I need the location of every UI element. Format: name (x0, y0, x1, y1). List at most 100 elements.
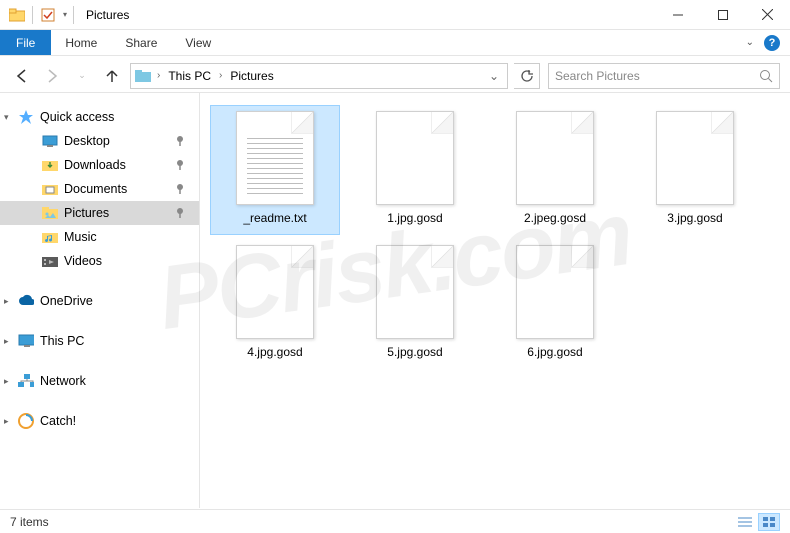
address-bar-row: ⌄ › This PC › Pictures ⌄ (0, 59, 790, 93)
breadcrumb-item[interactable]: Pictures (228, 69, 275, 83)
picture-folder-icon (135, 68, 151, 84)
file-menu[interactable]: File (0, 30, 51, 55)
sidebar-item-documents[interactable]: Documents (0, 177, 199, 201)
file-name: _readme.txt (243, 211, 306, 225)
search-input[interactable] (555, 69, 759, 83)
node-label: OneDrive (40, 294, 93, 308)
file-item[interactable]: 3.jpg.gosd (630, 105, 760, 235)
separator (32, 6, 33, 24)
up-button[interactable] (100, 64, 124, 88)
file-name: 5.jpg.gosd (387, 345, 442, 359)
chevron-down-icon[interactable]: ▾ (4, 112, 9, 123)
file-item[interactable]: 1.jpg.gosd (350, 105, 480, 235)
navigation-pane: ▾ Quick access Desktop Downloads Documents… (0, 93, 200, 508)
folder-icon (42, 181, 58, 197)
tab-share[interactable]: Share (111, 30, 171, 55)
separator (73, 6, 74, 24)
chevron-right-icon[interactable]: ▸ (4, 416, 9, 427)
file-name: 2.jpeg.gosd (524, 211, 586, 225)
ribbon-expand-icon[interactable]: ⌄ (746, 37, 754, 48)
breadcrumb[interactable]: › This PC › Pictures ⌄ (130, 63, 508, 89)
large-icons-view-button[interactable] (758, 513, 780, 531)
breadcrumb-dropdown-icon[interactable]: ⌄ (485, 69, 503, 83)
file-item[interactable]: 6.jpg.gosd (490, 239, 620, 369)
node-label: Music (64, 230, 97, 244)
item-count: 7 items (10, 515, 49, 529)
sidebar-item-this-pc[interactable]: ▸ This PC (0, 329, 199, 353)
sidebar-item-pictures[interactable]: Pictures (0, 201, 199, 225)
file-item[interactable]: _readme.txt (210, 105, 340, 235)
tab-view[interactable]: View (171, 30, 225, 55)
properties-qat-icon[interactable] (39, 6, 57, 24)
file-name: 4.jpg.gosd (247, 345, 302, 359)
file-item[interactable]: 5.jpg.gosd (350, 239, 480, 369)
sidebar-item-network[interactable]: ▸Network (0, 369, 199, 393)
chevron-right-icon[interactable]: ▸ (4, 336, 9, 347)
recent-dropdown-icon[interactable]: ⌄ (70, 64, 94, 88)
file-name: 3.jpg.gosd (667, 211, 722, 225)
explorer-icon (8, 6, 26, 24)
file-thumb-icon (376, 245, 454, 339)
onedrive-icon (18, 293, 34, 309)
qat-dropdown-icon[interactable]: ▾ (63, 10, 67, 19)
close-button[interactable] (745, 0, 790, 30)
folder-icon (42, 133, 58, 149)
file-thumb-icon (236, 111, 314, 205)
file-thumb-icon (656, 111, 734, 205)
minimize-button[interactable] (655, 0, 700, 30)
sidebar-item-onedrive[interactable]: ▸ OneDrive (0, 289, 199, 313)
search-icon[interactable] (759, 69, 773, 83)
breadcrumb-item[interactable]: This PC (166, 69, 213, 83)
chevron-right-icon[interactable]: › (215, 70, 226, 81)
details-view-button[interactable] (734, 513, 756, 531)
file-item[interactable]: 2.jpeg.gosd (490, 105, 620, 235)
chevron-right-icon[interactable]: ▸ (4, 376, 9, 387)
node-label: Videos (64, 254, 102, 268)
sidebar-item-downloads[interactable]: Downloads (0, 153, 199, 177)
sidebar-item-desktop[interactable]: Desktop (0, 129, 199, 153)
pin-icon (175, 183, 185, 195)
node-label: Pictures (64, 206, 109, 220)
node-label: Desktop (64, 134, 110, 148)
node-label: Quick access (40, 110, 114, 124)
help-icon[interactable]: ? (764, 35, 780, 51)
folder-icon (42, 157, 58, 173)
sidebar-item-music[interactable]: Music (0, 225, 199, 249)
search-box[interactable] (548, 63, 780, 89)
pin-icon (175, 159, 185, 171)
chevron-right-icon[interactable]: › (153, 70, 164, 81)
title-bar: ▾ Pictures (0, 0, 790, 30)
back-button[interactable] (10, 64, 34, 88)
quick-access-node[interactable]: ▾ Quick access (0, 105, 199, 129)
node-label: Catch! (40, 414, 76, 428)
pin-icon (175, 207, 185, 219)
node-label: Downloads (64, 158, 126, 172)
refresh-button[interactable] (514, 63, 540, 89)
file-name: 6.jpg.gosd (527, 345, 582, 359)
node-label: This PC (40, 334, 84, 348)
network-icon (18, 373, 34, 389)
pc-icon (18, 333, 34, 349)
folder-icon (42, 205, 58, 221)
pin-icon (175, 135, 185, 147)
folder-icon (42, 253, 58, 269)
maximize-button[interactable] (700, 0, 745, 30)
ribbon: File Home Share View ⌄ ? (0, 30, 790, 56)
star-icon (18, 109, 34, 125)
tab-home[interactable]: Home (51, 30, 111, 55)
file-thumb-icon (516, 245, 594, 339)
file-thumb-icon (516, 111, 594, 205)
folder-icon (42, 229, 58, 245)
sidebar-item-catch-[interactable]: ▸ Catch! (0, 409, 199, 433)
sidebar-item-videos[interactable]: Videos (0, 249, 199, 273)
file-thumb-icon (376, 111, 454, 205)
node-label: Documents (64, 182, 127, 196)
file-thumb-icon (236, 245, 314, 339)
window-title: Pictures (86, 8, 129, 22)
status-bar: 7 items (0, 509, 790, 533)
file-name: 1.jpg.gosd (387, 211, 442, 225)
file-list[interactable]: _readme.txt 1.jpg.gosd 2.jpeg.gosd 3.jpg.go… (200, 93, 790, 508)
forward-button[interactable] (40, 64, 64, 88)
chevron-right-icon[interactable]: ▸ (4, 296, 9, 307)
file-item[interactable]: 4.jpg.gosd (210, 239, 340, 369)
